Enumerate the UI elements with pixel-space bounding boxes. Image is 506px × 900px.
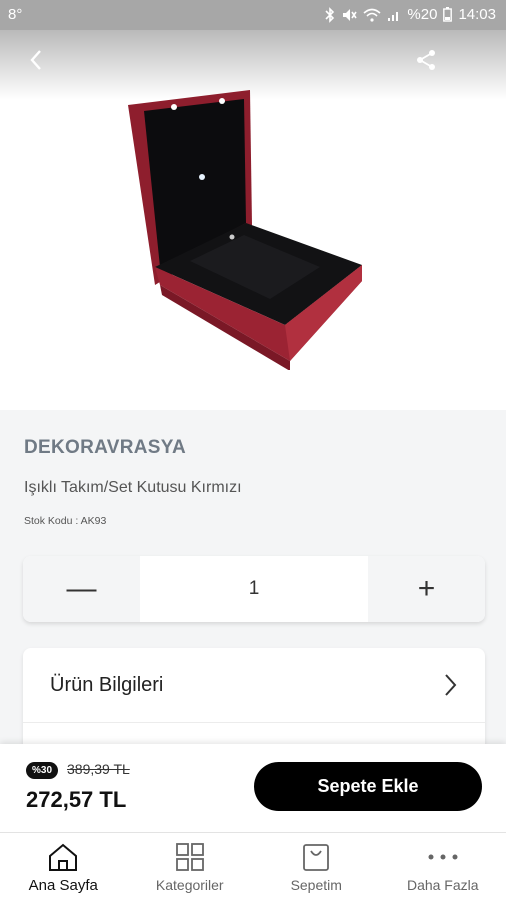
nav-item-categories[interactable]: Kategoriler bbox=[127, 833, 254, 900]
product-brand: DEKORAVRASYA bbox=[24, 437, 186, 458]
cart-bag-icon bbox=[303, 844, 330, 871]
increase-quantity-button[interactable]: + bbox=[368, 556, 485, 622]
chevron-left-icon bbox=[30, 50, 41, 70]
bluetooth-icon bbox=[325, 6, 335, 23]
product-details-card: Ürün Bilgileri bbox=[23, 648, 485, 758]
nav-label-more: Daha Fazla bbox=[406, 877, 479, 893]
grid-icon bbox=[175, 843, 204, 871]
nav-label-cart: Sepetim bbox=[290, 877, 342, 893]
mute-icon bbox=[343, 8, 358, 21]
nav-label-home: Ana Sayfa bbox=[28, 877, 98, 894]
purchase-bar: %30 389,39 TL 272,57 TL Sepete Ekle bbox=[0, 744, 506, 832]
current-price: 272,57 TL bbox=[26, 787, 127, 812]
quantity-value: 1 bbox=[248, 578, 260, 599]
battery-percent: %20 bbox=[407, 6, 438, 23]
product-photo bbox=[128, 90, 362, 370]
quantity-stepper: — 1 + bbox=[23, 556, 485, 622]
product-info-label: Ürün Bilgileri bbox=[50, 673, 164, 696]
decrease-quantity-button[interactable]: — bbox=[23, 556, 140, 622]
status-bar: 8° %20 14:03 bbox=[0, 0, 506, 30]
nav-label-categories: Kategoriler bbox=[155, 877, 224, 893]
signal-icon bbox=[388, 11, 399, 21]
discount-badge: %30 bbox=[26, 762, 59, 779]
more-dots-icon bbox=[428, 854, 458, 860]
plus-icon: + bbox=[417, 572, 436, 605]
share-icon bbox=[417, 50, 435, 70]
clock-time: 14:03 bbox=[458, 6, 496, 23]
stock-code: Stok Kodu : AK93 bbox=[24, 515, 107, 527]
chevron-right-icon bbox=[445, 674, 457, 696]
product-image-area bbox=[0, 30, 506, 410]
bottom-navigation: Ana Sayfa Kategoriler Sepetim Daha Fazla bbox=[0, 832, 506, 900]
old-price: 389,39 TL bbox=[67, 761, 130, 777]
back-button[interactable] bbox=[18, 42, 54, 78]
share-button[interactable] bbox=[408, 42, 444, 78]
home-icon bbox=[49, 843, 78, 871]
add-to-cart-button[interactable]: Sepete Ekle bbox=[254, 762, 482, 811]
nav-item-more[interactable]: Daha Fazla bbox=[380, 833, 506, 900]
nav-item-home[interactable]: Ana Sayfa bbox=[0, 833, 127, 900]
nav-item-cart[interactable]: Sepetim bbox=[253, 833, 380, 900]
wifi-icon bbox=[363, 8, 381, 22]
minus-icon: — bbox=[66, 572, 97, 605]
battery-icon bbox=[443, 7, 453, 22]
temperature-text: 8° bbox=[8, 6, 23, 23]
product-name: Işıklı Takım/Set Kutusu Kırmızı bbox=[24, 479, 242, 496]
product-info-row[interactable]: Ürün Bilgileri bbox=[23, 648, 485, 723]
